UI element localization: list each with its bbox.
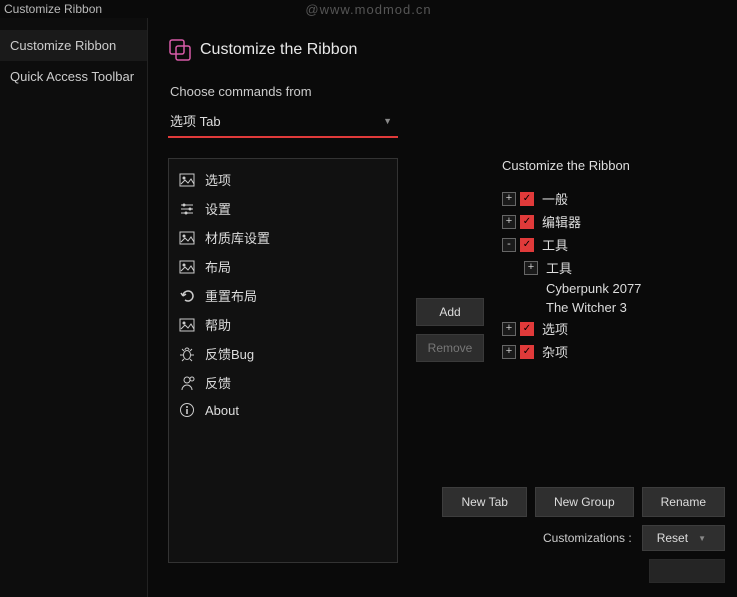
disabled-button (649, 559, 725, 583)
ribbon-tree-title: Customize the Ribbon (502, 158, 723, 173)
expand-toggle[interactable]: + (502, 192, 516, 206)
checkbox[interactable]: ✓ (520, 322, 534, 336)
command-label: 选项 (205, 170, 231, 189)
tree-node[interactable]: Cyberpunk 2077 (542, 279, 723, 298)
command-item[interactable]: 选项 (169, 165, 397, 194)
command-label: 帮助 (205, 315, 231, 334)
command-item[interactable]: 重置布局 (169, 281, 397, 310)
sidebar-item-label: Customize Ribbon (10, 38, 116, 53)
tree-node[interactable]: + ✓ 一般 (502, 187, 723, 210)
watermark: @www.modmod.cn (305, 2, 431, 17)
ribbon-tree[interactable]: +✓一般+✓编辑器-✓工具+工具Cyberpunk 2077The Witche… (502, 187, 723, 363)
main-panel: Customize the Ribbon Choose commands fro… (148, 18, 737, 597)
image-icon (179, 317, 195, 333)
command-item[interactable]: 设置 (169, 194, 397, 223)
tree-node[interactable]: + 工具 (524, 256, 723, 279)
command-label: About (205, 403, 239, 418)
tree-label: 一般 (542, 189, 568, 208)
tree-label: 工具 (546, 258, 572, 277)
tree-node[interactable]: -✓ 工具 (502, 233, 723, 256)
chevron-down-icon: ▼ (698, 534, 706, 543)
tree-node[interactable]: + ✓ 编辑器 (502, 210, 723, 233)
customizations-label: Customizations : (543, 531, 632, 545)
choose-commands-label: Choose commands from (170, 84, 723, 99)
tree-label: 杂项 (542, 342, 568, 361)
command-item[interactable]: 反馈Bug (169, 339, 397, 368)
tree-label: The Witcher 3 (546, 300, 627, 315)
command-label: 设置 (205, 199, 231, 218)
dropdown-value: 选项 Tab (170, 111, 221, 130)
command-item[interactable]: 材质库设置 (169, 223, 397, 252)
panel-title: Customize the Ribbon (200, 41, 357, 59)
tree-label: 编辑器 (542, 212, 581, 231)
command-label: 材质库设置 (205, 228, 270, 247)
add-button[interactable]: Add (416, 298, 484, 326)
remove-button[interactable]: Remove (416, 334, 484, 362)
info-icon (179, 402, 195, 418)
new-group-button[interactable]: New Group (535, 487, 634, 517)
command-item[interactable]: 反馈 (169, 368, 397, 397)
command-item[interactable]: 帮助 (169, 310, 397, 339)
command-label: 反馈 (205, 373, 231, 392)
tree-label: 工具 (542, 235, 568, 254)
tree-label: 选项 (542, 319, 568, 338)
tree-node[interactable]: + ✓ 选项 (502, 317, 723, 340)
panel-header: Customize the Ribbon (168, 38, 723, 62)
reset-dropdown[interactable]: Reset ▼ (642, 525, 725, 551)
checkbox[interactable]: ✓ (520, 345, 534, 359)
image-icon (179, 259, 195, 275)
expand-toggle[interactable]: - (502, 238, 516, 252)
commands-source-dropdown[interactable]: 选项 Tab ▼ (168, 107, 398, 138)
command-label: 重置布局 (205, 286, 257, 305)
chevron-down-icon: ▼ (383, 116, 392, 126)
sliders-icon (179, 201, 195, 217)
image-icon (179, 172, 195, 188)
rename-button[interactable]: Rename (642, 487, 725, 517)
command-label: 布局 (205, 257, 231, 276)
tree-label: Cyberpunk 2077 (546, 281, 641, 296)
window-title: Customize Ribbon (4, 2, 102, 16)
expand-toggle[interactable]: + (502, 322, 516, 336)
command-item[interactable]: 布局 (169, 252, 397, 281)
ribbon-icon (168, 38, 192, 62)
bottom-toolbar: New Tab New Group Rename Customizations … (442, 487, 725, 583)
command-item[interactable]: About (169, 397, 397, 423)
checkbox[interactable]: ✓ (520, 215, 534, 229)
bug-icon (179, 346, 195, 362)
sidebar-item-customize-ribbon[interactable]: Customize Ribbon (0, 30, 147, 61)
tree-node[interactable]: The Witcher 3 (542, 298, 723, 317)
image-icon (179, 230, 195, 246)
expand-toggle[interactable]: + (502, 215, 516, 229)
undo-icon (179, 288, 195, 304)
sidebar-item-quick-access[interactable]: Quick Access Toolbar (0, 61, 147, 92)
checkbox[interactable]: ✓ (520, 192, 534, 206)
new-tab-button[interactable]: New Tab (442, 487, 526, 517)
commands-list[interactable]: 选项设置材质库设置布局重置布局帮助反馈Bug 反馈 About (168, 158, 398, 563)
tree-node[interactable]: + ✓ 杂项 (502, 340, 723, 363)
person-icon (179, 375, 195, 391)
checkbox[interactable]: ✓ (520, 238, 534, 252)
expand-toggle[interactable]: + (524, 261, 538, 275)
sidebar-item-label: Quick Access Toolbar (10, 69, 134, 84)
sidebar: Customize Ribbon Quick Access Toolbar (0, 18, 148, 597)
command-label: 反馈Bug (205, 344, 254, 363)
expand-toggle[interactable]: + (502, 345, 516, 359)
